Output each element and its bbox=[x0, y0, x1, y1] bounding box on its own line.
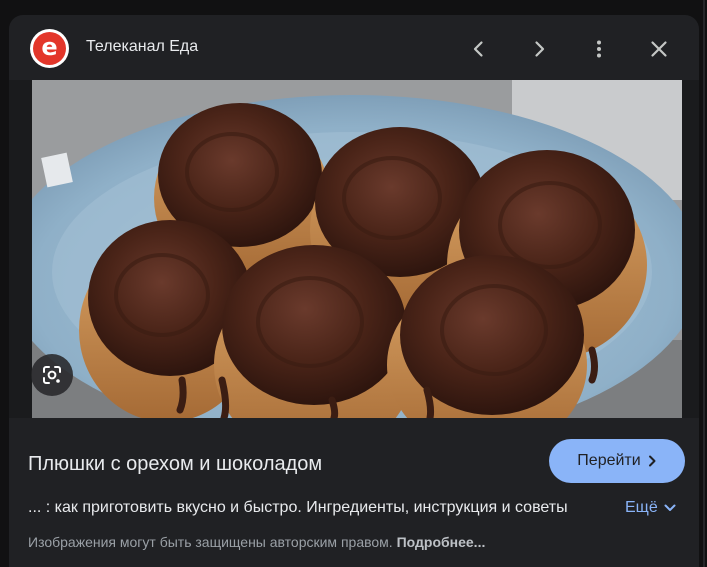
copyright-notice: Изображения могут быть защищены авторски… bbox=[28, 533, 485, 551]
source-name[interactable]: Телеканал Еда bbox=[86, 37, 198, 57]
chevron-down-icon bbox=[664, 504, 676, 511]
window-edge bbox=[703, 0, 705, 567]
chevron-right-icon bbox=[535, 41, 545, 57]
more-options-button[interactable] bbox=[581, 31, 617, 67]
google-lens-icon bbox=[43, 366, 61, 384]
image-preview-panel: е Телеканал Еда Плюшки с орехом и шокола… bbox=[9, 15, 699, 567]
source-logo-letter: е bbox=[33, 32, 66, 65]
chevron-left-icon bbox=[473, 41, 483, 57]
close-button[interactable] bbox=[641, 31, 677, 67]
result-title[interactable]: Плюшки с орехом и шоколадом bbox=[28, 451, 322, 477]
next-button[interactable] bbox=[521, 31, 557, 67]
visit-button-label: Перейти bbox=[577, 452, 641, 469]
preview-header: е Телеканал Еда bbox=[9, 15, 699, 81]
close-icon bbox=[651, 41, 667, 57]
copyright-text: Изображения могут быть защищены авторски… bbox=[28, 534, 393, 550]
chevron-right-icon bbox=[648, 455, 656, 467]
image-area bbox=[9, 80, 699, 418]
previous-button[interactable] bbox=[461, 31, 497, 67]
preview-photo[interactable] bbox=[32, 80, 682, 418]
more-button[interactable]: Ещё bbox=[625, 497, 676, 519]
result-description: ... : как приготовить вкусно и быстро. И… bbox=[28, 499, 568, 516]
search-image-button[interactable] bbox=[31, 354, 73, 396]
more-button-label: Ещё bbox=[625, 499, 658, 516]
more-vert-icon bbox=[597, 40, 601, 58]
learn-more-link[interactable]: Подробнее... bbox=[397, 534, 486, 550]
source-logo[interactable]: е bbox=[30, 29, 69, 68]
visit-button[interactable]: Перейти bbox=[549, 439, 685, 483]
